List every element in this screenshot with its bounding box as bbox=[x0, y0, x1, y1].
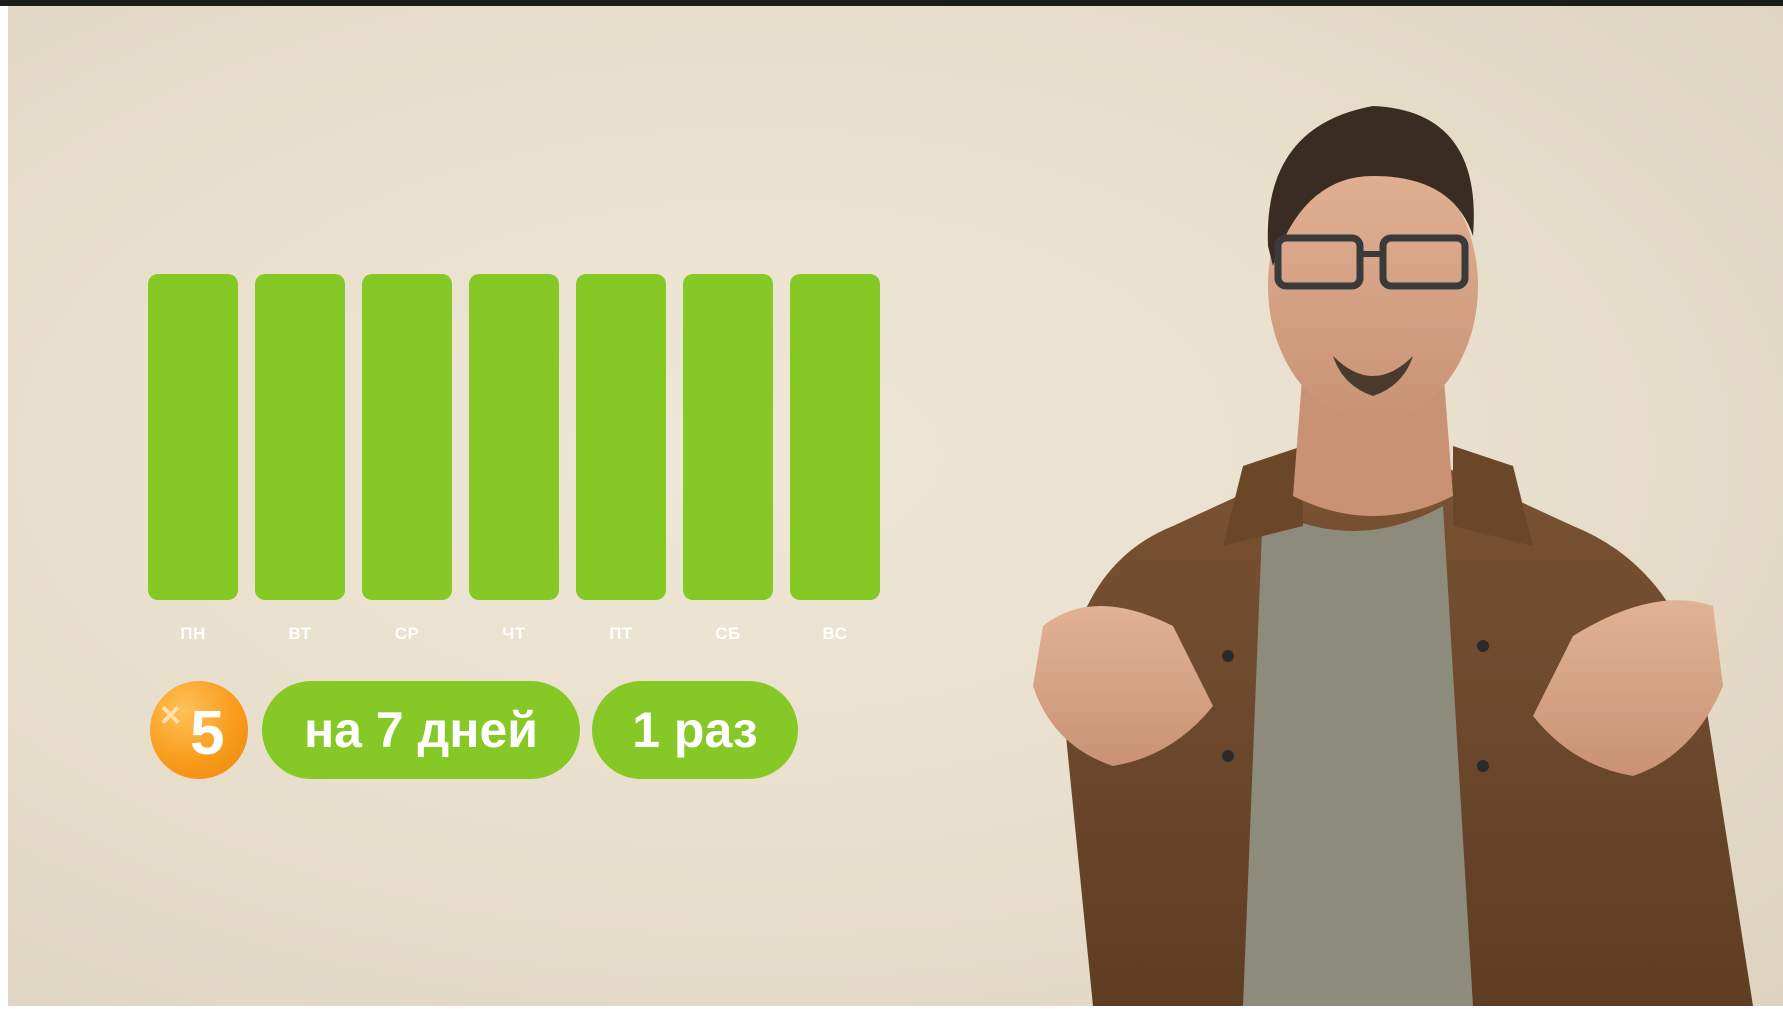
frequency-pill: 1 раз bbox=[592, 681, 798, 779]
presenter-photo bbox=[1033, 106, 1753, 1006]
day-label: СР bbox=[394, 624, 420, 643]
video-frame: ПН ВТ СР ЧТ ПТ СБ ВС × 5 на 7 дней 1 раз bbox=[0, 0, 1783, 1009]
day-column: ВС bbox=[790, 274, 880, 654]
day-bar bbox=[362, 274, 452, 600]
day-bar bbox=[255, 274, 345, 600]
day-label: СБ bbox=[715, 624, 741, 643]
tshirt-shape bbox=[1243, 506, 1473, 1006]
day-column: ВТ bbox=[255, 274, 345, 654]
weekday-bars: ПН ВТ СР ЧТ ПТ СБ ВС bbox=[148, 274, 888, 654]
jacket-button bbox=[1477, 640, 1489, 652]
jacket-button bbox=[1222, 750, 1234, 762]
day-column: СБ bbox=[683, 274, 773, 654]
jacket-button bbox=[1222, 650, 1234, 662]
x5-coin-icon: × 5 bbox=[150, 681, 248, 779]
multiplier-symbol: × bbox=[160, 694, 182, 735]
day-bar bbox=[683, 274, 773, 600]
duration-pill: на 7 дней bbox=[262, 681, 580, 779]
day-bar bbox=[148, 274, 238, 600]
jacket-button bbox=[1477, 760, 1489, 772]
scene: ПН ВТ СР ЧТ ПТ СБ ВС × 5 на 7 дней 1 раз bbox=[8, 6, 1783, 1006]
day-column: ПН bbox=[148, 274, 238, 654]
day-bar bbox=[790, 274, 880, 600]
day-label: ВС bbox=[822, 624, 848, 643]
day-bar bbox=[469, 274, 559, 600]
day-label: ПТ bbox=[609, 624, 633, 643]
day-column: ЧТ bbox=[469, 274, 559, 654]
day-column: СР bbox=[362, 274, 452, 654]
day-column: ПТ bbox=[576, 274, 666, 654]
day-label: ЧТ bbox=[502, 624, 526, 643]
day-label: ВТ bbox=[288, 624, 312, 643]
day-bar bbox=[576, 274, 666, 600]
multiplier-value: 5 bbox=[190, 699, 225, 768]
day-label: ПН bbox=[180, 624, 206, 643]
